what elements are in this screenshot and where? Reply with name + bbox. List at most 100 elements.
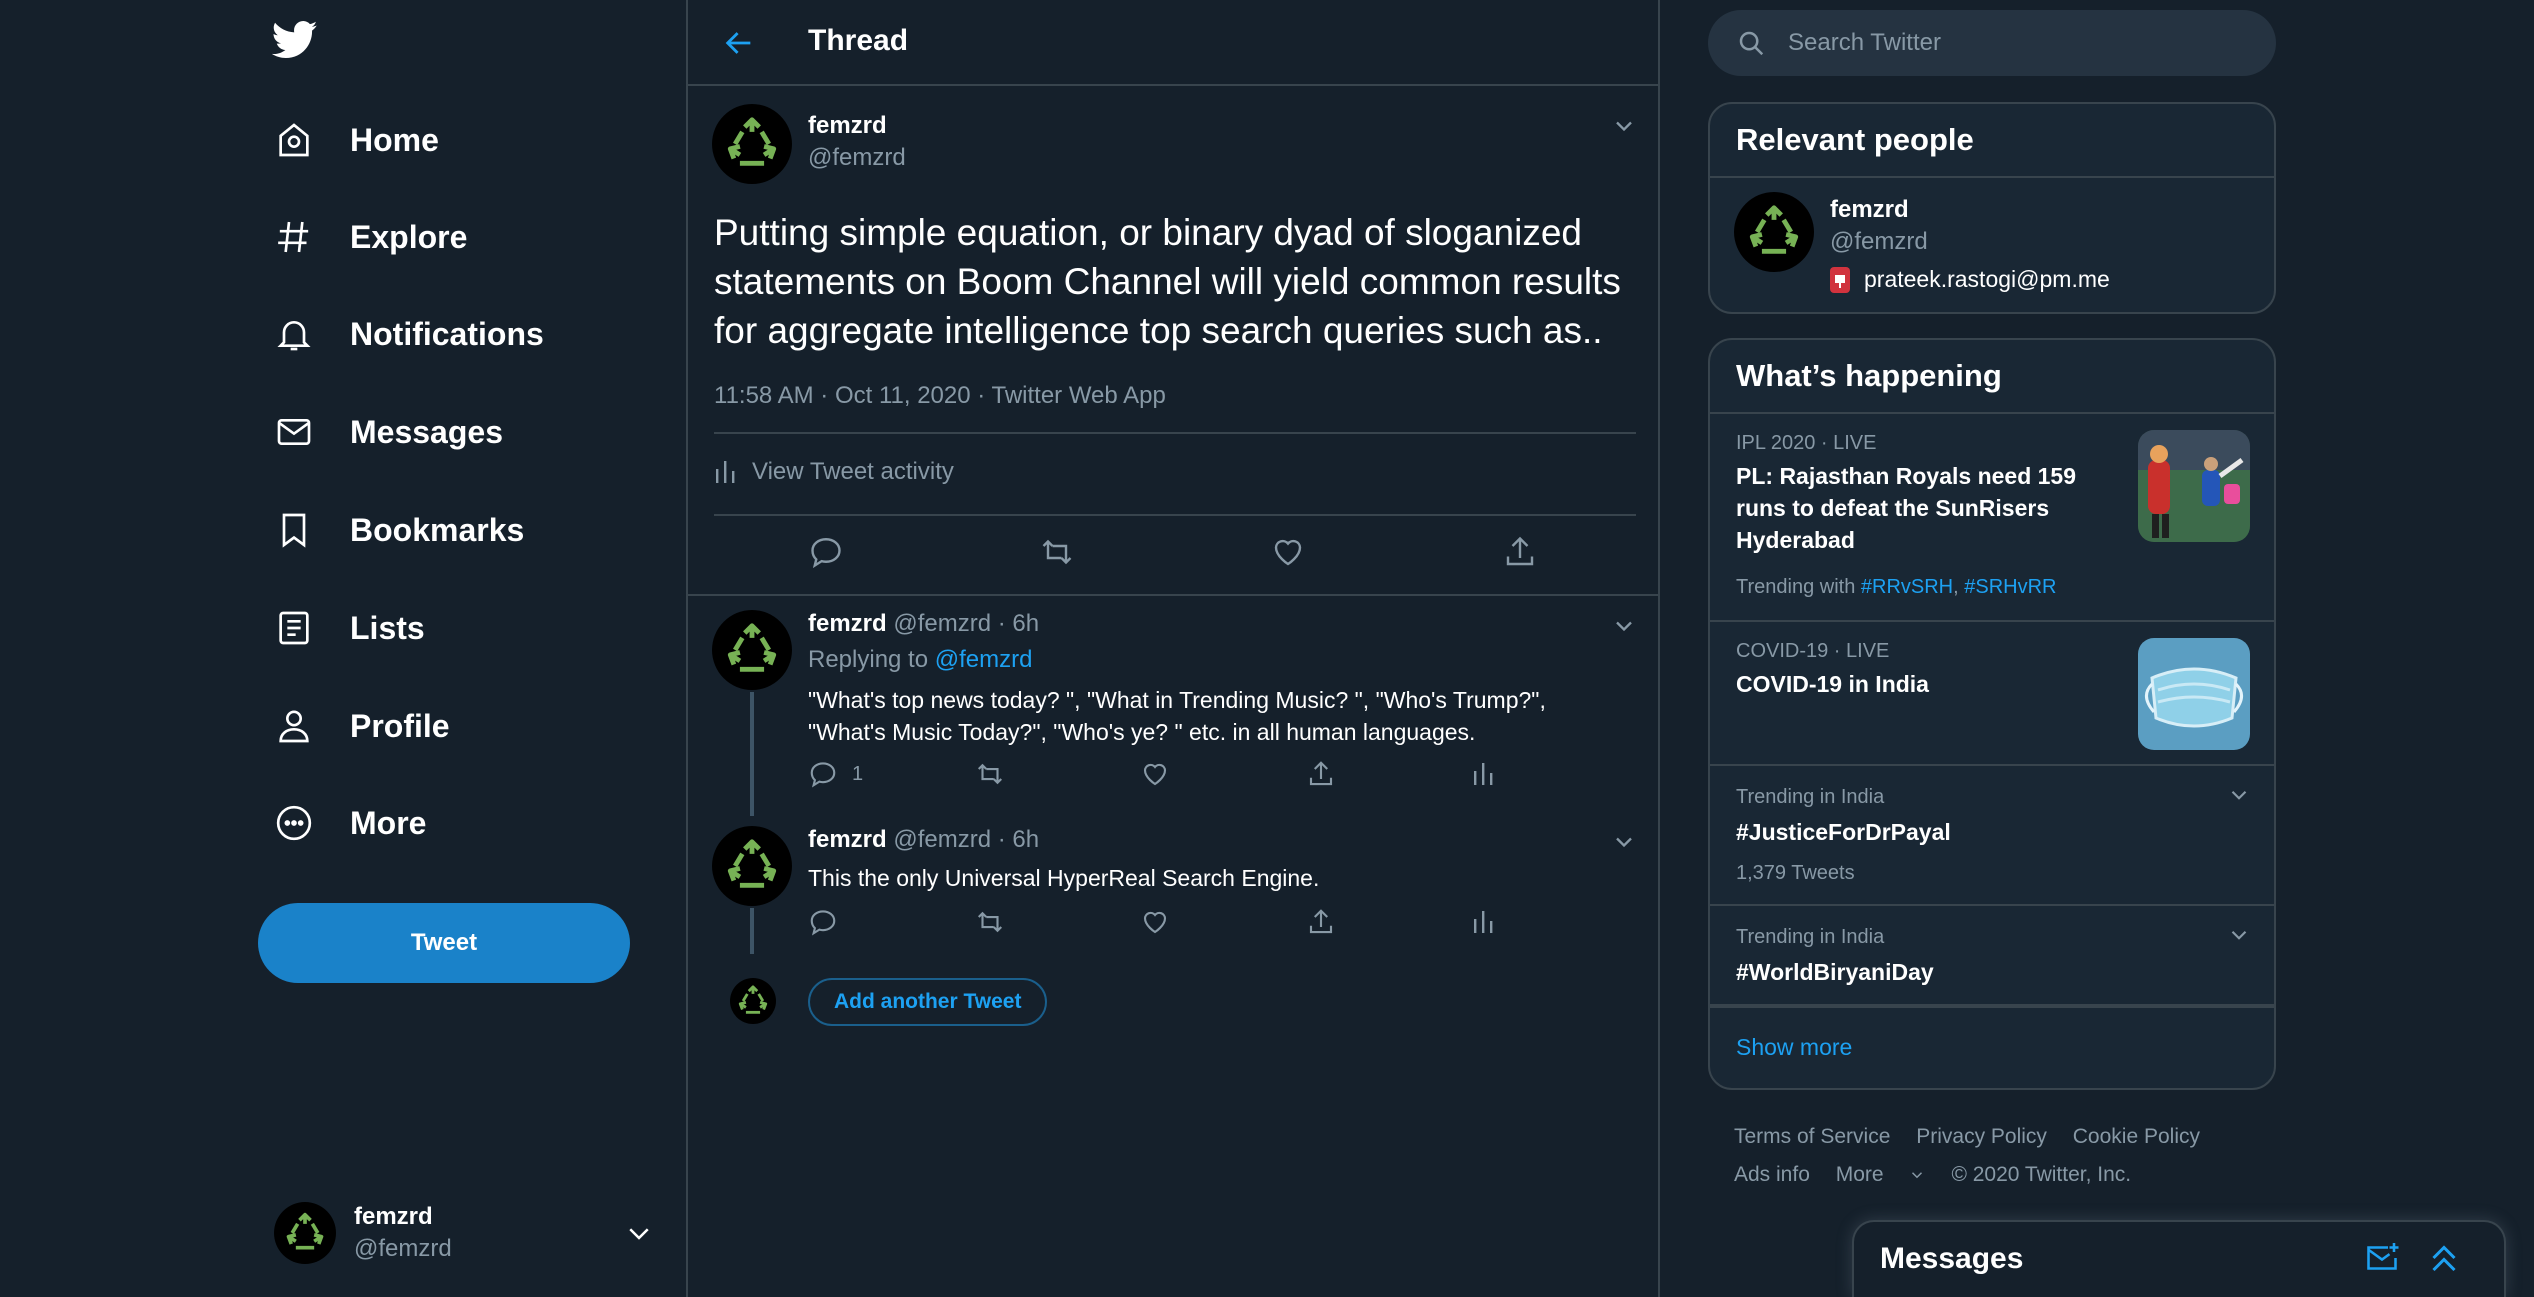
nav-more[interactable]: More bbox=[274, 793, 426, 853]
page-title: Thread bbox=[808, 24, 909, 57]
relevant-people-panel: Relevant people femzrd @femzrd prateek.r… bbox=[1708, 102, 2276, 314]
person-bio: prateek.rastogi@pm.me bbox=[1830, 266, 2110, 293]
account-handle: @femzrd bbox=[354, 1235, 452, 1262]
avatar[interactable] bbox=[712, 104, 792, 184]
terms-link[interactable]: Terms of Service bbox=[1734, 1125, 1890, 1148]
ads-info-link[interactable]: Ads info bbox=[1734, 1163, 1810, 1186]
person-handle[interactable]: @femzrd bbox=[1830, 228, 1928, 256]
cookie-link[interactable]: Cookie Policy bbox=[2073, 1125, 2200, 1148]
avatar[interactable] bbox=[712, 826, 792, 906]
trend-item[interactable]: Trending in India #JusticeForDrPayal 1,3… bbox=[1710, 766, 2274, 906]
thread-reply[interactable]: femzrd @femzrd · 6h This the only Univer… bbox=[688, 812, 1658, 962]
reply-author-name[interactable]: femzrd bbox=[808, 610, 887, 637]
chevron-down-icon[interactable] bbox=[2226, 782, 2252, 808]
hashtag-link[interactable]: #RRvSRH bbox=[1861, 576, 1953, 598]
add-another-tweet-button[interactable]: Add another Tweet bbox=[808, 978, 1048, 1026]
thread-connector bbox=[750, 692, 754, 816]
share-icon[interactable] bbox=[1502, 534, 1542, 574]
nav-label-lists: Lists bbox=[350, 609, 425, 646]
nav-notifications[interactable]: Notifications bbox=[274, 304, 544, 364]
replying-to: Replying to @femzrd bbox=[808, 646, 1032, 674]
search-bar[interactable] bbox=[1708, 10, 2276, 76]
nav-label-explore: Explore bbox=[350, 218, 468, 255]
twitter-bird-icon[interactable] bbox=[272, 20, 324, 64]
show-more-link[interactable]: Show more bbox=[1710, 1006, 2274, 1086]
trending-with-prefix: Trending with bbox=[1736, 576, 1861, 598]
reply-header: femzrd @femzrd · 6h bbox=[808, 610, 1039, 638]
trend-item[interactable]: IPL 2020 · LIVE PL: Rajasthan Royals nee… bbox=[1710, 414, 2274, 622]
back-arrow-icon[interactable] bbox=[722, 26, 756, 60]
nav-explore[interactable]: Explore bbox=[274, 207, 467, 267]
new-message-icon[interactable] bbox=[2364, 1240, 2402, 1278]
like-icon[interactable] bbox=[1140, 906, 1170, 938]
home-icon bbox=[274, 120, 314, 160]
analytics-icon[interactable] bbox=[1472, 758, 1494, 790]
main-tweet: femzrd @femzrd Putting simple equation, … bbox=[688, 86, 1658, 596]
nav-profile[interactable]: Profile bbox=[274, 696, 450, 756]
replying-to-prefix: Replying to bbox=[808, 646, 935, 673]
hashtag-link[interactable]: #SRHvRR bbox=[1964, 576, 2056, 598]
nav-label-messages: Messages bbox=[350, 413, 503, 450]
avatar[interactable] bbox=[712, 610, 792, 690]
chevron-down-icon[interactable] bbox=[1610, 112, 1638, 140]
footer-links: Terms of Service Privacy Policy Cookie P… bbox=[1734, 1118, 2254, 1194]
chevron-double-up-icon[interactable] bbox=[2426, 1240, 2464, 1278]
face-mask-photo bbox=[2138, 638, 2250, 750]
reply-button[interactable]: 1 bbox=[808, 758, 863, 790]
tweet-actions bbox=[688, 534, 1658, 578]
messages-drawer[interactable]: Messages bbox=[1852, 1220, 2506, 1297]
tweet-timestamp[interactable]: 11:58 AM · Oct 11, 2020 · Twitter Web Ap… bbox=[714, 382, 1166, 410]
hashtag-separator: , bbox=[1953, 576, 1965, 598]
more-link[interactable]: More bbox=[1836, 1163, 1926, 1186]
replying-to-link[interactable]: @femzrd bbox=[935, 646, 1033, 673]
like-icon[interactable] bbox=[1140, 758, 1170, 790]
trend-title: #WorldBiryaniDay bbox=[1736, 959, 1934, 985]
cricket-photo bbox=[2138, 430, 2250, 542]
tweet-button[interactable]: Tweet bbox=[258, 903, 630, 983]
share-icon[interactable] bbox=[1306, 906, 1336, 938]
thread-reply[interactable]: femzrd @femzrd · 6h Replying to @femzrd … bbox=[688, 596, 1658, 816]
chevron-down-icon[interactable] bbox=[2226, 922, 2252, 948]
reply-author-handle[interactable]: @femzrd bbox=[893, 826, 991, 853]
chevron-down-icon[interactable] bbox=[1610, 612, 1638, 640]
list-icon bbox=[274, 608, 314, 648]
search-input[interactable] bbox=[1788, 29, 2228, 57]
nav-lists[interactable]: Lists bbox=[274, 598, 425, 658]
nav-bookmarks[interactable]: Bookmarks bbox=[274, 500, 524, 560]
reply-text-line: "What's Music Today?", "Who's ye? " etc.… bbox=[808, 719, 1476, 745]
nav-messages[interactable]: Messages bbox=[274, 402, 503, 462]
retweet-icon[interactable] bbox=[1038, 534, 1078, 574]
avatar[interactable] bbox=[1734, 192, 1814, 272]
share-icon[interactable] bbox=[1306, 758, 1336, 790]
divider bbox=[714, 432, 1636, 434]
tweet-author-name[interactable]: femzrd bbox=[808, 112, 887, 140]
trend-item[interactable]: Trending in India #WorldBiryaniDay bbox=[1710, 906, 2274, 1006]
reply-time: · 6h bbox=[991, 610, 1040, 637]
trend-tweet-count: 1,379 Tweets bbox=[1736, 862, 1855, 884]
chevron-down-icon[interactable] bbox=[1610, 828, 1638, 856]
privacy-link[interactable]: Privacy Policy bbox=[1916, 1125, 2047, 1148]
trend-item[interactable]: COVID-19 · LIVE COVID-19 in India bbox=[1710, 622, 2274, 766]
relevant-person[interactable]: femzrd @femzrd prateek.rastogi@pm.me bbox=[1710, 178, 2274, 308]
nav-label-home: Home bbox=[350, 121, 439, 158]
nav-home[interactable]: Home bbox=[274, 110, 439, 170]
account-switcher[interactable]: femzrd @femzrd bbox=[274, 1198, 664, 1268]
thread-header: Thread bbox=[688, 0, 1658, 86]
reply-author-handle[interactable]: @femzrd bbox=[893, 610, 991, 637]
like-icon[interactable] bbox=[1270, 534, 1310, 574]
chevron-down-icon[interactable] bbox=[624, 1218, 654, 1248]
tweet-author-handle[interactable]: @femzrd bbox=[808, 144, 906, 172]
hashtag-icon bbox=[274, 217, 314, 257]
reply-icon[interactable] bbox=[808, 534, 848, 574]
tweet-text: Putting simple equation, or binary dyad … bbox=[714, 212, 1621, 351]
analytics-icon[interactable] bbox=[1472, 906, 1494, 938]
more-circle-icon bbox=[274, 803, 314, 843]
view-activity-link[interactable]: View Tweet activity bbox=[714, 458, 954, 486]
left-sidebar: Home Explore Notifications Messages Book… bbox=[0, 0, 688, 1297]
reply-author-name[interactable]: femzrd bbox=[808, 826, 887, 853]
reply-header: femzrd @femzrd · 6h bbox=[808, 826, 1039, 854]
person-name[interactable]: femzrd bbox=[1830, 196, 1909, 224]
retweet-icon[interactable] bbox=[974, 906, 1006, 938]
retweet-icon[interactable] bbox=[974, 758, 1006, 790]
reply-icon[interactable] bbox=[808, 906, 838, 938]
